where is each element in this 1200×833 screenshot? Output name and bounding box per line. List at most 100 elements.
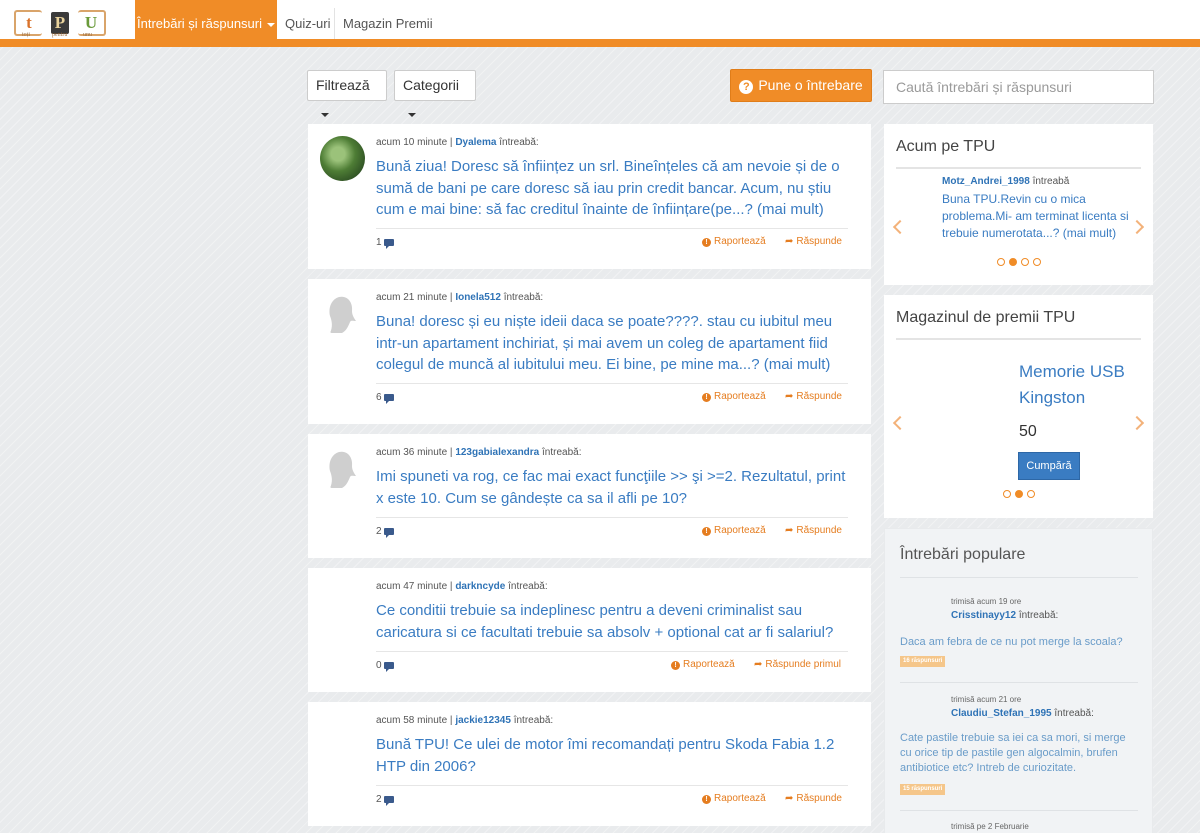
buy-button[interactable]: Cumpără (1018, 452, 1080, 480)
top-navbar: t P U toți pentru unu Întrebări și răspu… (0, 0, 1200, 47)
chevron-right-icon[interactable] (1129, 415, 1145, 431)
carousel-dot[interactable] (996, 258, 1005, 266)
nav-quiz[interactable]: Quiz-uri (285, 0, 331, 47)
comment-icon (383, 394, 394, 404)
prize-shop-widget: Magazinul de premii TPU Memorie USB King… (884, 295, 1153, 518)
question-circle-icon: ? (739, 80, 754, 94)
reply-arrow-icon: ➦ (785, 525, 794, 536)
logo-sub-2: pentru (52, 32, 68, 38)
question-text[interactable]: Bună ziua! Doresc să înființez un srl. B… (376, 156, 848, 221)
avatar[interactable] (320, 136, 365, 181)
report-label: Raportează (714, 236, 766, 247)
popular-item-author[interactable]: Claudiu_Stefan_1995 (951, 708, 1052, 719)
chevron-down-icon (408, 113, 416, 118)
ask-question-button[interactable]: ? Pune o întrebare (730, 69, 872, 102)
popular-item-time: trimisă acum 19 ore (951, 597, 1022, 606)
comment-icon (383, 662, 394, 672)
carousel-dot-active[interactable] (1014, 490, 1023, 498)
logo-sub-1: toți (22, 32, 31, 38)
answer-count[interactable]: 2 (376, 526, 394, 538)
carousel-dot[interactable] (1020, 258, 1029, 266)
answer-count-value: 0 (376, 660, 382, 671)
asks-label: întreabă: (542, 447, 582, 458)
question-author[interactable]: Ionela512 (455, 292, 501, 303)
carousel-dot[interactable] (1026, 490, 1035, 498)
warning-icon: ! (702, 393, 711, 402)
popular-item-text[interactable]: Cate pastile trebuie sa iei ca sa mori, … (900, 731, 1138, 776)
report-button[interactable]: ! Raportează (702, 793, 766, 804)
nav-divider (334, 8, 335, 39)
question-author[interactable]: 123gabialexandra (455, 447, 539, 458)
now-question-text[interactable]: Buna TPU.Revin cu o mica problema.Mi- am… (942, 191, 1138, 242)
answers-badge: 15 răspunsuri (900, 784, 946, 795)
question-author[interactable]: jackie12345 (455, 715, 511, 726)
nav-questions-label: Întrebări și răspunsuri (137, 16, 262, 31)
reply-arrow-icon: ➦ (785, 236, 794, 247)
question-text[interactable]: Ce conditii trebuie sa indeplinesc pentr… (376, 600, 848, 643)
now-question-meta: Motz_Andrei_1998 întreabă (942, 176, 1070, 187)
answer-count[interactable]: 1 (376, 237, 394, 249)
popular-item-time: trimisă pe 2 Februarie (951, 822, 1029, 831)
chevron-left-icon[interactable] (892, 219, 908, 235)
reply-first-button[interactable]: ➦ Răspunde primul (754, 659, 841, 670)
chevron-left-icon[interactable] (892, 415, 908, 431)
reply-button[interactable]: ➦ Răspunde (785, 236, 842, 247)
filter-dropdown[interactable]: Filtrează (307, 70, 387, 118)
comment-icon (383, 796, 394, 806)
filter-label: Filtrează (316, 77, 370, 93)
logo-letter-t: t (26, 13, 32, 32)
avatar[interactable] (320, 446, 365, 491)
ask-question-label: Pune o întrebare (758, 77, 863, 93)
report-label: Raportează (683, 659, 735, 670)
comment-icon (383, 528, 394, 538)
list-divider (900, 682, 1138, 683)
reply-button[interactable]: ➦ Răspunde (785, 391, 842, 402)
answer-count-value: 2 (376, 526, 382, 537)
chevron-down-icon (321, 113, 329, 118)
now-question-author[interactable]: Motz_Andrei_1998 (942, 176, 1030, 187)
question-author[interactable]: darkncyde (455, 581, 505, 592)
question-card: acum 36 minute | 123gabialexandra întrea… (308, 434, 871, 558)
question-card: acum 21 minute | Ionela512 întreabă: Bun… (308, 279, 871, 424)
default-avatar-icon (329, 296, 356, 333)
question-text[interactable]: Imi spuneti va rog, ce fac mai exact fun… (376, 466, 848, 509)
categories-dropdown[interactable]: Categorii (394, 70, 476, 118)
reply-button[interactable]: ➦ Răspunde (785, 525, 842, 536)
answers-badge: 16 răspunsuri (900, 656, 946, 667)
nav-prize-shop[interactable]: Magazin Premii (343, 0, 433, 47)
avatar[interactable] (320, 291, 365, 336)
question-time: acum 21 minute (376, 292, 448, 303)
answer-count[interactable]: 6 (376, 392, 394, 404)
question-meta: acum 21 minute | Ionela512 întreabă: (376, 292, 544, 303)
tpu-logo[interactable]: t P U toți pentru unu (14, 8, 106, 40)
reply-label: Răspunde (796, 793, 842, 804)
search-input[interactable] (883, 70, 1154, 104)
question-text[interactable]: Buna! doresc și eu niște ideii daca se p… (376, 311, 848, 376)
question-time: acum 47 minute (376, 581, 448, 592)
warning-icon: ! (671, 661, 680, 670)
report-button[interactable]: ! Raportează (702, 236, 766, 247)
report-button[interactable]: ! Raportează (702, 391, 766, 402)
question-text[interactable]: Bună TPU! Ce ulei de motor îmi recomanda… (376, 734, 848, 777)
logo-sub-3: unu (83, 32, 92, 38)
report-button[interactable]: ! Raportează (671, 659, 735, 670)
reply-button[interactable]: ➦ Răspunde (785, 793, 842, 804)
warning-icon: ! (702, 795, 711, 804)
question-author[interactable]: Dyalema (455, 137, 496, 148)
widget-title: Acum pe TPU (896, 138, 996, 155)
prize-name[interactable]: Memorie USB Kingston (1019, 359, 1149, 411)
nav-questions-answers[interactable]: Întrebări și răspunsuri (135, 0, 277, 47)
popular-item-author[interactable]: Crisstinayy12 (951, 610, 1016, 621)
question-footer: 6 ! Raportează ➦ Răspunde (376, 383, 848, 408)
question-footer: 1 ! Raportează ➦ Răspunde (376, 228, 848, 253)
popular-item-text[interactable]: Daca am febra de ce nu pot merge la scoa… (900, 635, 1138, 650)
answer-count[interactable]: 2 (376, 794, 394, 806)
carousel-dot-active[interactable] (1008, 258, 1017, 266)
question-footer: 2 ! Raportează ➦ Răspunde (376, 785, 848, 810)
report-button[interactable]: ! Raportează (702, 525, 766, 536)
answer-count[interactable]: 0 (376, 660, 394, 672)
question-time: acum 36 minute (376, 447, 448, 458)
carousel-dot[interactable] (1002, 490, 1011, 498)
carousel-dot[interactable] (1032, 258, 1041, 266)
reply-arrow-icon: ➦ (785, 391, 794, 402)
